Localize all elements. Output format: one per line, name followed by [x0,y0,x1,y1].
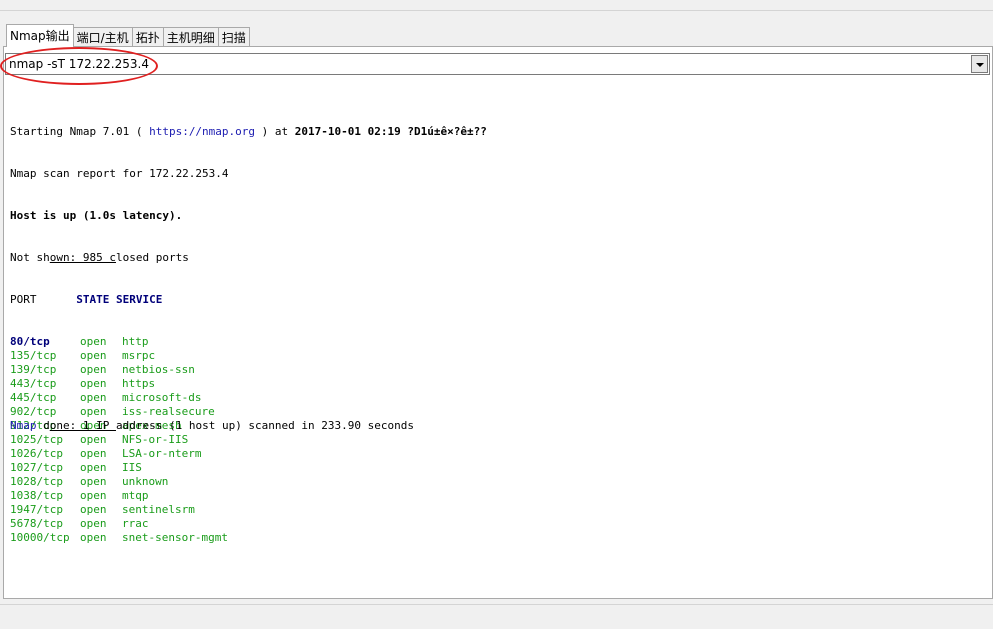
start-prefix: Starting Nmap 7.01 ( [10,125,150,138]
host-up-text: Host is up (1.0s latency). [10,209,183,222]
not-shown-c: losed ports [115,251,189,264]
header-state-service: STATE SERVICE [76,293,163,306]
start-time: 2017-10-01 02:19 [294,125,401,138]
port-number: 1026/tcp [10,447,63,460]
tab-ports-hosts[interactable]: 端口/主机 [72,27,133,47]
done-d: address (1 host up) scanned in 233.90 se… [115,419,414,432]
port-state: open [80,461,107,474]
port-state: open [80,531,107,544]
port-state: open [80,447,107,460]
done-b: d [36,419,50,432]
port-state: open [80,391,107,404]
not-shown-b: own: 985 c [49,251,116,264]
port-number: 135/tcp [10,349,57,362]
not-shown-a: Not sh [10,251,50,264]
not-shown-line: Not shown: 985 closed ports [10,251,986,265]
port-row: 902/tcp open iss-realsecure [10,405,986,419]
port-service: unknown [122,475,169,488]
port-service: IIS [122,461,142,474]
command-value: nmap -sT 172.22.253.4 [9,57,149,71]
port-service: http [122,335,149,348]
status-bar [0,604,993,629]
done-c: one: 1 IP [49,419,116,432]
scan-output: Starting Nmap 7.01 ( https://nmap.org ) … [10,97,986,544]
port-service: rrac [122,517,149,530]
port-state: open [80,405,107,418]
port-number: 80/tcp [10,335,50,348]
port-service: microsoft-ds [122,391,202,404]
port-row: 10000/tcp open snet-sensor-mgmt [10,531,986,545]
port-list: 80/tcp open http 135/tcp open msrpc 139/tcp ope… [10,335,986,544]
port-number: 1028/tcp [10,475,63,488]
port-row: 1027/tcp open IIS [10,461,986,475]
port-service: NFS-or-IIS [122,433,189,446]
port-number: 139/tcp [10,363,57,376]
port-number: 445/tcp [10,391,57,404]
tab-scans[interactable]: 扫描 [217,27,250,47]
start-mid: ) at [255,125,295,138]
port-row: 1025/tcp open NFS-or-IIS [10,433,986,447]
port-state: open [80,475,107,488]
port-service: sentinelsrm [122,503,195,516]
port-number: 1027/tcp [10,461,63,474]
port-state: open [80,517,107,530]
port-row: 80/tcp open http [10,335,986,349]
port-service: netbios-ssn [122,363,195,376]
port-number: 1025/tcp [10,433,63,446]
port-state: open [80,433,107,446]
done-a: Nmap [10,419,37,432]
port-service: iss-realsecure [122,405,215,418]
chevron-down-icon[interactable] [971,55,988,73]
host-up-line: Host is up (1.0s latency). [10,209,986,223]
nmap-link[interactable]: https://nmap.org [149,125,255,138]
port-row: 1947/tcp open sentinelsrm [10,503,986,517]
port-row: 1026/tcp open LSA-or-nterm [10,447,986,461]
port-number: 443/tcp [10,377,57,390]
port-number: 5678/tcp [10,517,63,530]
port-number: 1947/tcp [10,503,63,516]
start-timezone: ?D1ú±ê×?ê±?? [400,125,487,138]
port-state: open [80,363,107,376]
port-row: 135/tcp open msrpc [10,349,986,363]
port-service: LSA-or-nterm [122,447,202,460]
port-row: 139/tcp open netbios-ssn [10,363,986,377]
port-row: 5678/tcp open rrac [10,517,986,531]
tab-bar: Nmap输出 端口/主机 拓扑 主机明细 扫描 [6,24,250,47]
port-row: 1028/tcp open unknown [10,475,986,489]
tab-host-details[interactable]: 主机明细 [162,27,219,47]
port-service: https [122,377,156,390]
done-line: Nmap done: 1 IP address (1 host up) scan… [10,419,986,433]
nmap-output-panel: nmap -sT 172.22.253.4 Starting Nmap 7.01… [0,46,993,599]
tab-nmap-output[interactable]: Nmap输出 [6,24,74,47]
port-state: open [80,489,107,502]
port-number: 902/tcp [10,405,57,418]
port-row: 445/tcp open microsoft-ds [10,391,986,405]
window-top-strip [0,0,993,11]
port-service: snet-sensor-mgmt [122,531,228,544]
port-row: 1038/tcp open mtqp [10,489,986,503]
port-state: open [80,349,107,362]
tab-topology[interactable]: 拓扑 [131,27,164,47]
port-number: 10000/tcp [10,531,70,544]
port-service: mtqp [122,489,149,502]
port-state: open [80,335,107,348]
ports-header: PORT STATE SERVICE [10,293,986,307]
command-select[interactable]: nmap -sT 172.22.253.4 [0,47,990,85]
start-line: Starting Nmap 7.01 ( https://nmap.org ) … [10,125,986,139]
port-state: open [80,377,107,390]
report-line: Nmap scan report for 172.22.253.4 [10,167,229,180]
port-number: 1038/tcp [10,489,63,502]
port-state: open [80,503,107,516]
port-service: msrpc [122,349,156,362]
header-port: PORT [10,293,77,306]
